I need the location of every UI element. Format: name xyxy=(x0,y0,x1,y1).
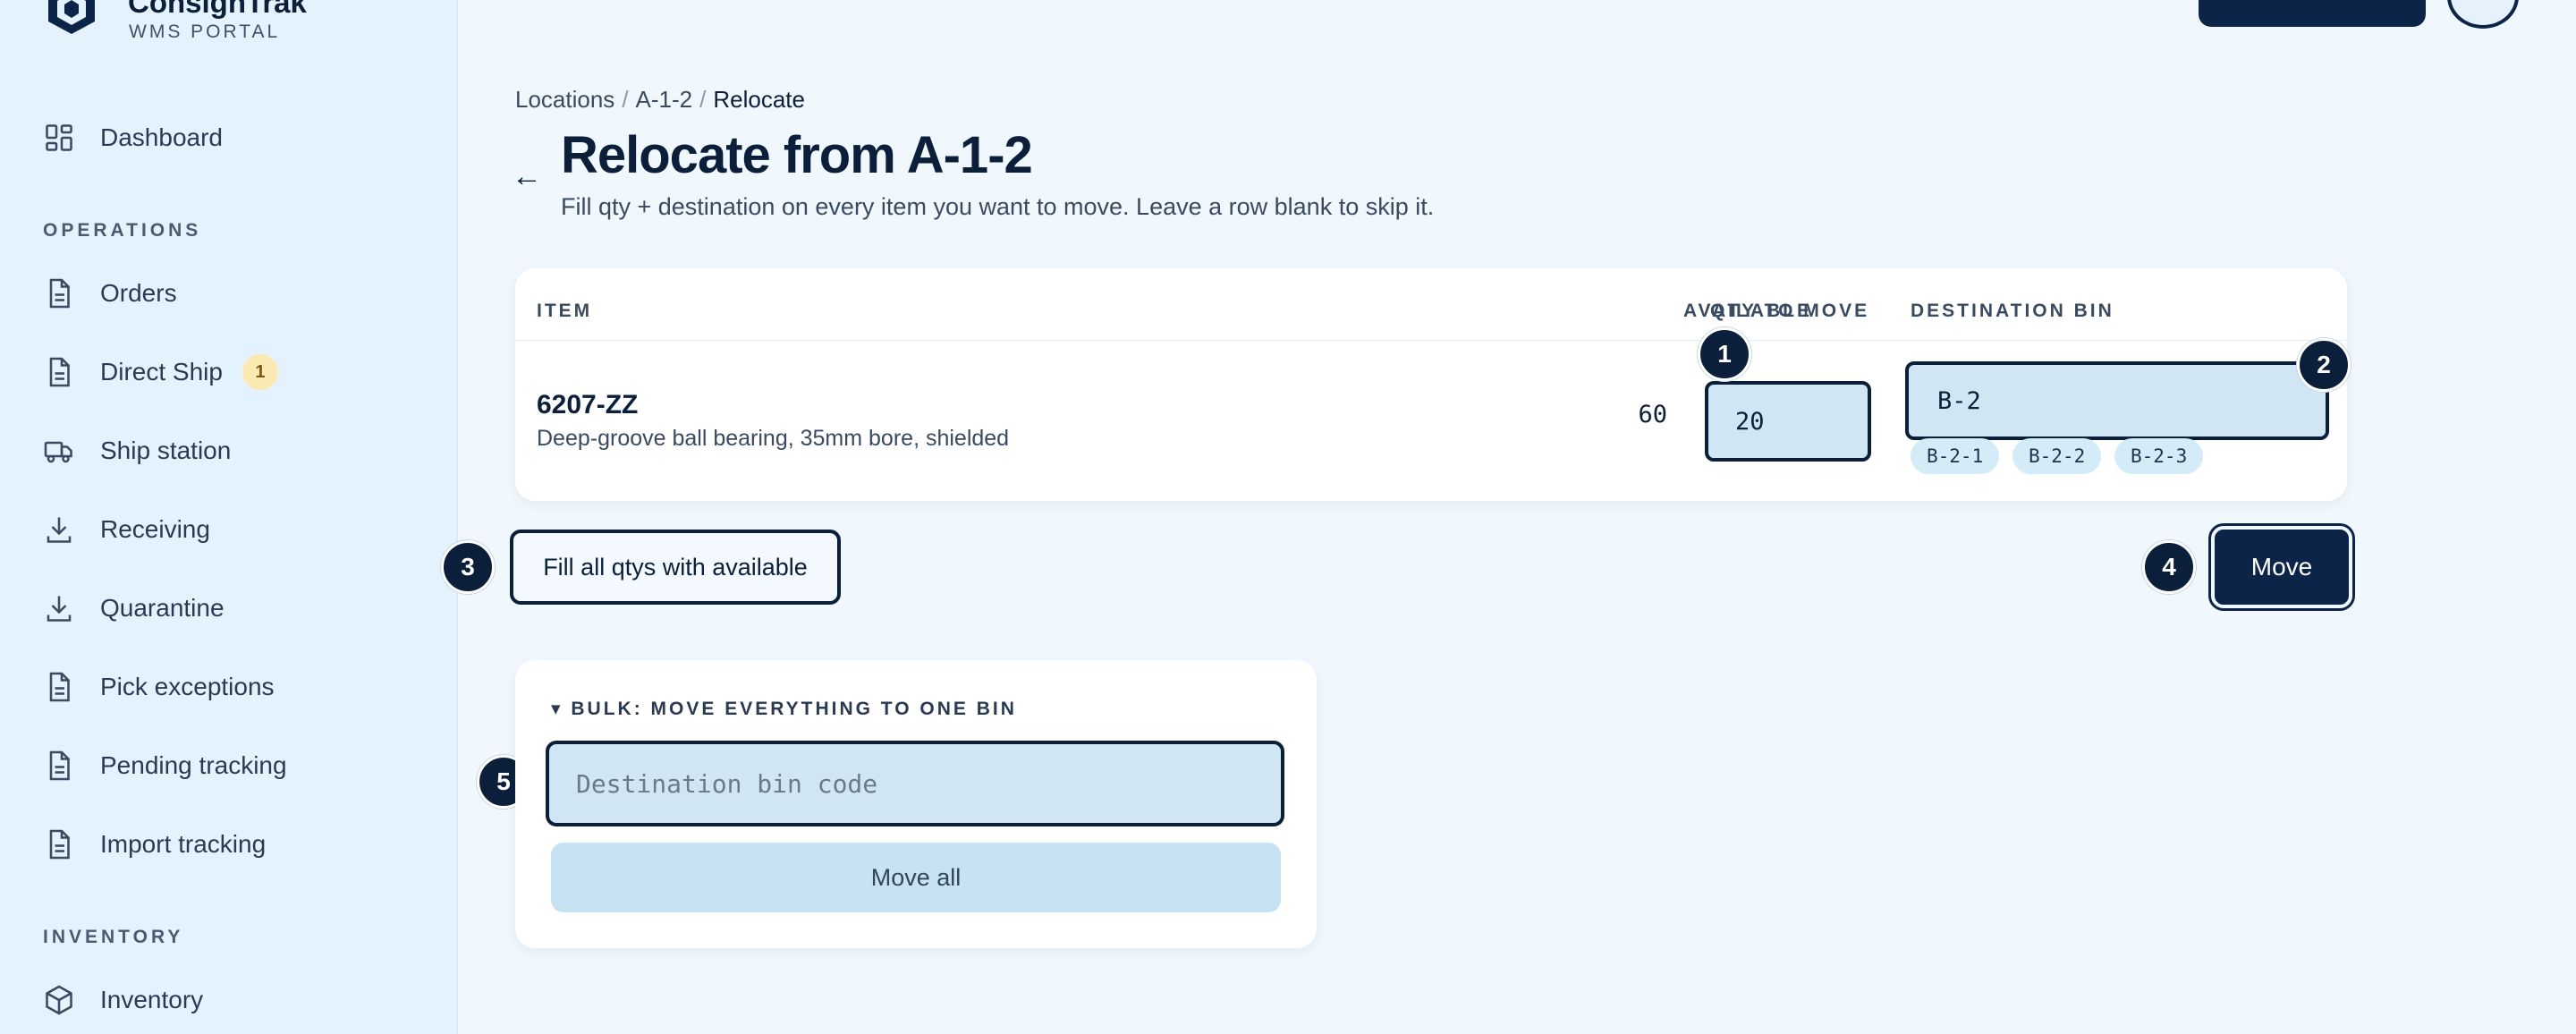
available-qty: 60 xyxy=(1638,401,1667,428)
column-header-item: ITEM xyxy=(537,301,593,321)
item-description: Deep-groove ball bearing, 35mm bore, shi… xyxy=(537,426,1010,451)
avatar[interactable] xyxy=(2447,0,2519,29)
bulk-move-panel: ▾ BULK: MOVE EVERYTHING TO ONE BIN Move … xyxy=(515,660,1317,948)
page-subtitle: Fill qty + destination on every item you… xyxy=(561,193,1435,220)
sidebar-item-label: Orders xyxy=(100,279,177,307)
sidebar-item-label: Quarantine xyxy=(100,594,225,622)
document-icon xyxy=(49,750,70,781)
breadcrumb-separator: / xyxy=(622,86,629,113)
sidebar-item-receiving[interactable]: Receiving xyxy=(43,504,210,555)
document-icon xyxy=(49,672,70,702)
sidebar-item-quarantine[interactable]: Quarantine xyxy=(43,583,225,633)
sidebar-item-label: Direct Ship xyxy=(100,358,223,386)
breadcrumb: Locations / A-1-2/Relocate xyxy=(515,86,805,114)
grid-icon xyxy=(46,124,72,151)
truck-icon xyxy=(44,441,72,463)
document-icon xyxy=(49,829,70,860)
count-badge: 1 xyxy=(242,354,278,390)
sidebar-item-label: Pick exceptions xyxy=(100,673,275,700)
sidebar-item-label: Dashboard xyxy=(100,123,223,151)
sidebar-item-label: Inventory xyxy=(100,986,204,1013)
brand-subtitle: WMS PORTAL xyxy=(129,21,281,42)
move-button[interactable]: Move xyxy=(2211,526,2352,608)
sidebar: ConsignTrak WMS PORTAL Dashboard OPERATI… xyxy=(0,0,458,1034)
header-action-button[interactable] xyxy=(2199,0,2426,27)
sidebar-item-label: Ship station xyxy=(100,436,232,464)
bin-suggestion-chip[interactable]: B-2-1 xyxy=(1911,438,2000,474)
sidebar-item-inventory[interactable]: Inventory xyxy=(43,975,203,1025)
back-arrow-icon[interactable]: ← xyxy=(512,159,542,194)
move-all-button[interactable]: Move all xyxy=(551,843,1281,912)
step-marker-3: 3 xyxy=(441,540,495,594)
items-table: ITEM AVAILABLE QTY TO MOVE DESTINATION B… xyxy=(515,268,2347,501)
section-operations: OPERATIONS xyxy=(43,220,202,241)
sidebar-item-ship-station[interactable]: Ship station xyxy=(43,426,231,476)
sidebar-item-direct-ship[interactable]: Direct Ship 1 xyxy=(43,347,278,397)
item-code: 6207-ZZ xyxy=(537,390,639,420)
download-icon xyxy=(47,596,72,622)
qty-to-move-input[interactable] xyxy=(1705,381,1871,462)
sidebar-item-pick-exceptions[interactable]: Pick exceptions xyxy=(43,662,275,712)
sidebar-item-dashboard[interactable]: Dashboard xyxy=(43,113,223,163)
step-marker-2: 2 xyxy=(2297,338,2351,392)
destination-bin-input[interactable] xyxy=(1905,361,2329,440)
bulk-move-toggle[interactable]: ▾ BULK: MOVE EVERYTHING TO ONE BIN xyxy=(551,698,1017,720)
column-header-destination: DESTINATION BIN xyxy=(1911,301,2114,321)
step-marker-4: 4 xyxy=(2142,540,2196,594)
document-icon xyxy=(49,357,70,387)
bulk-destination-input[interactable] xyxy=(546,741,1284,826)
sidebar-item-label: Import tracking xyxy=(100,830,267,858)
column-header-qty: QTY TO MOVE xyxy=(1710,301,1870,321)
page-title: Relocate from A-1-2 xyxy=(561,126,1033,184)
breadcrumb-item-locations[interactable]: Locations xyxy=(515,86,614,113)
step-marker-1: 1 xyxy=(1698,327,1751,381)
sidebar-item-pending-tracking[interactable]: Pending tracking xyxy=(43,741,287,791)
section-inventory: INVENTORY xyxy=(43,927,184,947)
bin-suggestion-chip[interactable]: B-2-2 xyxy=(2012,438,2102,474)
sidebar-item-label: Receiving xyxy=(100,515,210,543)
brand-name: ConsignTrak xyxy=(128,0,307,19)
breadcrumb-item-current: Relocate xyxy=(713,86,805,113)
bin-suggestion-chip[interactable]: B-2-3 xyxy=(2114,438,2204,474)
logo-icon xyxy=(48,0,95,34)
breadcrumb-item-bin[interactable]: A-1-2 xyxy=(636,86,693,113)
document-icon xyxy=(49,278,70,309)
header-divider xyxy=(515,340,2347,341)
box-icon xyxy=(46,985,72,1015)
breadcrumb-separator: / xyxy=(699,86,707,113)
download-icon xyxy=(47,517,72,543)
fill-all-qtys-button[interactable]: Fill all qtys with available xyxy=(510,530,841,605)
sidebar-item-orders[interactable]: Orders xyxy=(43,268,177,318)
sidebar-item-import-tracking[interactable]: Import tracking xyxy=(43,819,266,869)
sidebar-item-label: Pending tracking xyxy=(100,751,287,779)
